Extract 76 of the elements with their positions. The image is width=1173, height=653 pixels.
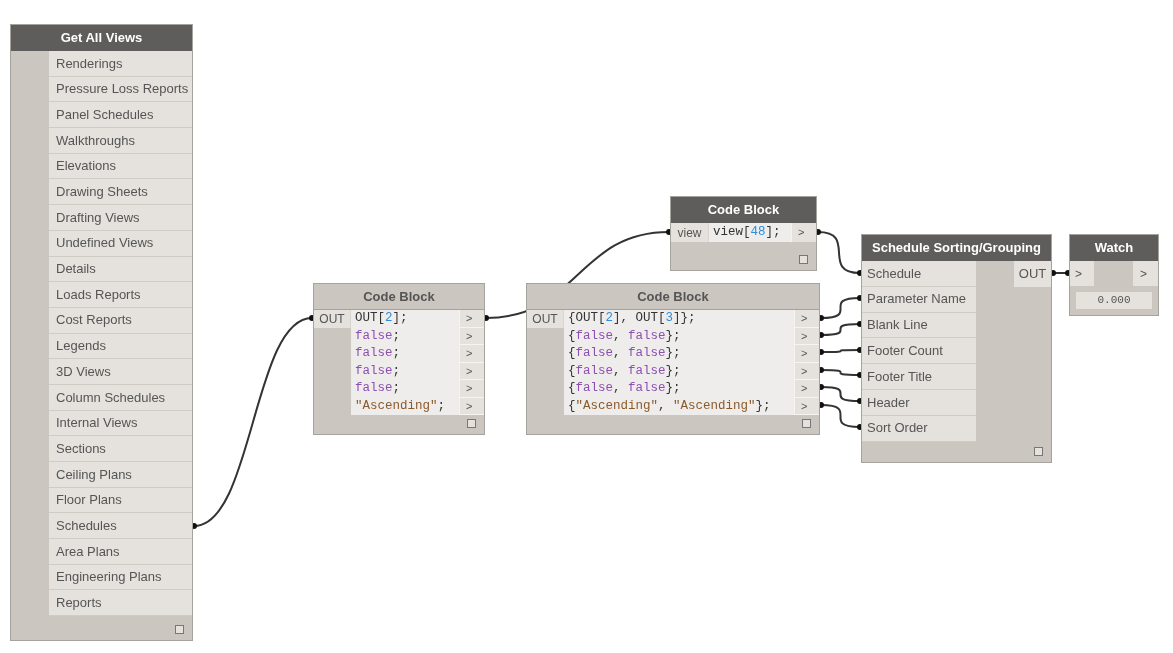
node-title: Schedule Sorting/Grouping bbox=[862, 235, 1051, 261]
input-port[interactable]: Blank Line bbox=[862, 312, 976, 339]
input-port[interactable]: view bbox=[671, 223, 709, 242]
view-type-item[interactable]: 3D Views bbox=[49, 359, 192, 385]
node-card[interactable]: Schedule Sorting/Grouping Schedule Parameter Name Blank Line Footer Count Footer Title Header Sort Order OUT bbox=[861, 234, 1052, 463]
view-type-item[interactable]: Loads Reports bbox=[49, 282, 192, 308]
code-line[interactable]: "Ascending"; bbox=[351, 397, 459, 415]
input-port[interactable]: > bbox=[1070, 261, 1094, 286]
input-port[interactable]: Sort Order bbox=[862, 415, 976, 442]
code-line[interactable]: view[48]; bbox=[709, 223, 791, 242]
view-type-item[interactable]: Walkthroughs bbox=[49, 128, 192, 154]
output-port[interactable]: > bbox=[791, 223, 816, 242]
output-port[interactable]: > bbox=[459, 345, 484, 363]
view-type-item[interactable]: Engineering Plans bbox=[49, 564, 192, 591]
node-title: Watch bbox=[1070, 235, 1158, 261]
square-icon[interactable] bbox=[799, 255, 808, 264]
code-line[interactable]: {OUT[2], OUT[3]}; bbox=[564, 310, 794, 328]
square-icon[interactable] bbox=[1034, 446, 1043, 456]
node-card[interactable] bbox=[10, 24, 193, 642]
view-type-item[interactable]: Column Schedules bbox=[49, 384, 192, 411]
node-card[interactable]: Code Block OUT {OUT[2], OUT[3]}; {false, false}; {false, false}; {false, false}; {false, false}; {"Ascending", "Ascending"}; > > > > > > bbox=[526, 283, 820, 435]
view-type-item[interactable]: Pressure Loss Reports bbox=[49, 76, 192, 103]
view-type-item[interactable]: Area Plans bbox=[49, 539, 192, 565]
node-title: Get All Views bbox=[11, 25, 192, 51]
output-port[interactable]: OUT bbox=[1014, 261, 1051, 287]
output-port[interactable]: > bbox=[459, 310, 484, 328]
view-type-item[interactable]: Schedules bbox=[49, 513, 192, 540]
view-type-item[interactable]: Cost Reports bbox=[49, 307, 192, 334]
code-line[interactable]: {false, false}; bbox=[564, 362, 794, 380]
input-port[interactable]: OUT bbox=[314, 310, 351, 328]
connector-wire bbox=[818, 367, 863, 378]
connector-wire bbox=[815, 229, 863, 276]
connector-wire bbox=[818, 402, 863, 430]
input-port[interactable]: Footer Title bbox=[862, 364, 976, 390]
connector-wire bbox=[818, 384, 863, 404]
output-port[interactable]: > bbox=[1133, 261, 1158, 286]
code-line[interactable]: {false, false}; bbox=[564, 380, 794, 398]
input-port[interactable]: Schedule bbox=[862, 261, 976, 287]
connector-wire bbox=[818, 347, 863, 355]
view-type-item[interactable]: Panel Schedules bbox=[49, 102, 192, 129]
output-port[interactable]: > bbox=[459, 380, 484, 398]
view-type-item[interactable]: Drafting Views bbox=[49, 205, 192, 231]
square-icon[interactable] bbox=[467, 419, 476, 428]
view-type-item[interactable]: Drawing Sheets bbox=[49, 179, 192, 206]
view-type-item[interactable]: Internal Views bbox=[49, 410, 192, 437]
view-type-item[interactable]: Renderings bbox=[49, 51, 192, 77]
watch-value: 0.000 bbox=[1076, 292, 1152, 309]
output-port[interactable]: > bbox=[794, 345, 819, 363]
view-type-item[interactable]: Sections bbox=[49, 436, 192, 462]
output-port[interactable]: > bbox=[794, 380, 819, 398]
node-card[interactable]: Code Block view view[48]; > bbox=[670, 196, 817, 271]
code-line[interactable]: false; bbox=[351, 327, 459, 345]
view-type-item[interactable]: Undefined Views bbox=[49, 230, 192, 257]
view-type-item[interactable]: Legends bbox=[49, 333, 192, 360]
output-port[interactable]: > bbox=[794, 310, 819, 328]
code-line[interactable]: {"Ascending", "Ascending"}; bbox=[564, 397, 794, 415]
code-line[interactable]: {false, false}; bbox=[564, 327, 794, 345]
square-icon[interactable] bbox=[175, 625, 184, 635]
view-type-item[interactable]: Details bbox=[49, 256, 192, 283]
code-line[interactable]: false; bbox=[351, 380, 459, 398]
view-type-item[interactable]: Ceiling Plans bbox=[49, 462, 192, 488]
square-icon[interactable] bbox=[802, 419, 811, 428]
input-port[interactable]: Parameter Name bbox=[862, 286, 976, 313]
code-line[interactable]: false; bbox=[351, 362, 459, 380]
node-card[interactable]: Watch > > 0.000 bbox=[1069, 234, 1159, 316]
view-type-item[interactable]: Reports bbox=[49, 590, 192, 617]
code-line[interactable]: OUT[2]; bbox=[351, 310, 459, 328]
code-line[interactable]: false; bbox=[351, 345, 459, 363]
view-type-item[interactable]: Elevations bbox=[49, 153, 192, 180]
node-title: Code Block bbox=[671, 197, 816, 223]
input-port[interactable]: Header bbox=[862, 390, 976, 416]
code-line[interactable]: {false, false}; bbox=[564, 345, 794, 363]
node-card[interactable]: Code Block OUT OUT[2]; false; false; false; false; "Ascending"; > > > > > > bbox=[313, 283, 485, 435]
view-type-item[interactable]: Floor Plans bbox=[49, 487, 192, 514]
input-port[interactable]: OUT bbox=[527, 310, 564, 328]
input-port[interactable]: Footer Count bbox=[862, 338, 976, 365]
